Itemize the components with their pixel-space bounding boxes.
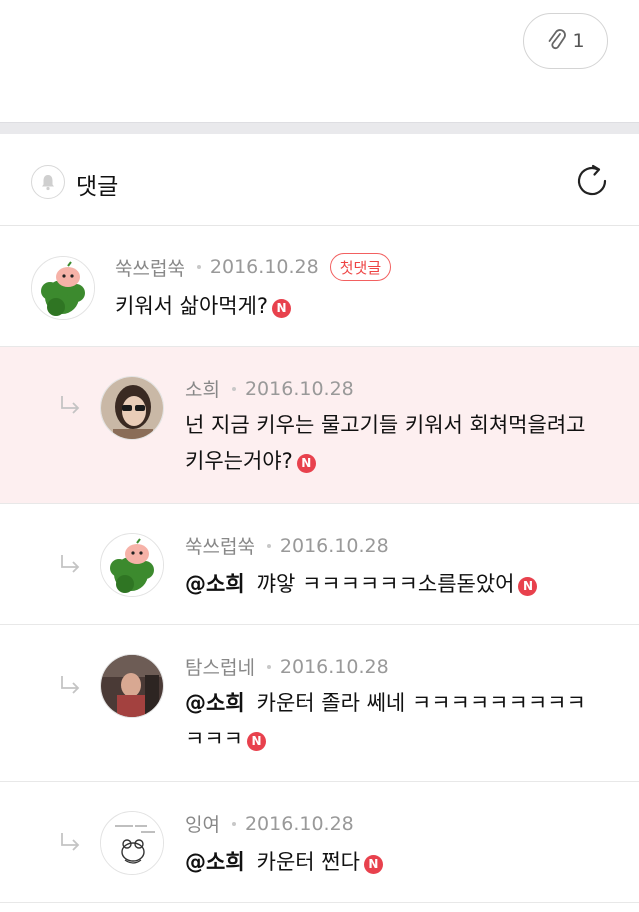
avatar[interactable] bbox=[100, 654, 164, 718]
avatar[interactable] bbox=[31, 256, 95, 320]
comments-title: 댓글 bbox=[76, 174, 119, 200]
comment-author[interactable]: 쑥쓰럽쑥 bbox=[185, 532, 255, 559]
reply-item: 소희 2016.10.28 넌 지금 키우는 물고기들 키워서 회쳐먹을려고 키… bbox=[0, 347, 639, 504]
comment-date: 2016.10.28 bbox=[244, 812, 354, 835]
mention-link[interactable]: @소희 bbox=[185, 572, 245, 596]
separator-dot bbox=[266, 543, 271, 548]
new-badge: N bbox=[518, 576, 538, 596]
comment-date: 2016.10.28 bbox=[244, 377, 354, 400]
reply-item: 쑥쓰럽쑥 2016.10.28 @소희 꺄앟 ㅋㅋㅋㅋㅋㅋ소름돋았어 N bbox=[0, 504, 639, 625]
avatar[interactable] bbox=[100, 533, 164, 597]
comment-meta: 쑥쓰럽쑥 2016.10.28 bbox=[185, 532, 389, 559]
comment-body-line2: ㅋㅋㅋ bbox=[185, 727, 243, 751]
comments-header: 댓글 bbox=[0, 134, 639, 226]
comment-date: 2016.10.28 bbox=[279, 534, 389, 557]
reply-item: 잉여 2016.10.28 @소희 카운터 쩐다 N bbox=[0, 782, 639, 903]
comment-body: 꺄앟 ㅋㅋㅋㅋㅋㅋ소름돋았어 bbox=[256, 572, 515, 596]
new-badge: N bbox=[246, 731, 266, 751]
reply-arrow-icon bbox=[61, 833, 80, 851]
comment-body: 키워서 삶아먹게? bbox=[115, 294, 269, 318]
bell-icon[interactable] bbox=[31, 165, 65, 199]
reply-arrow-icon bbox=[61, 555, 80, 573]
avatar[interactable] bbox=[100, 376, 164, 440]
comment-text: @소희 카운터 졸라 쎄네 ㅋㅋㅋㅋㅋㅋㅋㅋㅋ ㅋㅋㅋ N bbox=[185, 685, 625, 757]
paperclip-icon bbox=[549, 29, 567, 50]
first-comment-badge: 첫댓글 bbox=[329, 253, 392, 281]
reply-item: 탐스럽네 2016.10.28 @소희 카운터 졸라 쎄네 ㅋㅋㅋㅋㅋㅋㅋㅋㅋ ㅋ… bbox=[0, 625, 639, 782]
comment-text: 넌 지금 키우는 물고기들 키워서 회쳐먹을려고 키우는거야? N bbox=[185, 407, 625, 479]
attachment-button[interactable]: 1 bbox=[523, 13, 608, 69]
separator-dot bbox=[231, 821, 236, 826]
comment-text: @소희 카운터 쩐다 N bbox=[185, 844, 383, 880]
refresh-icon[interactable] bbox=[574, 163, 610, 199]
comment-body-line2: 키우는거야? bbox=[185, 449, 293, 473]
comment-date: 2016.10.28 bbox=[279, 655, 389, 678]
comment-meta: 탐스럽네 2016.10.28 bbox=[185, 653, 389, 680]
reply-arrow-icon bbox=[61, 396, 80, 414]
comment-text: 키워서 삶아먹게? N bbox=[115, 288, 292, 324]
separator-dot bbox=[196, 265, 201, 269]
comment-body: 카운터 쩐다 bbox=[256, 850, 360, 874]
comment-author[interactable]: 소희 bbox=[185, 375, 220, 402]
attachment-count: 1 bbox=[572, 30, 585, 52]
reply-arrow-icon bbox=[61, 676, 80, 694]
mention-link[interactable]: @소희 bbox=[185, 691, 245, 715]
post-footer: 1 bbox=[0, 0, 639, 122]
comment-text: @소희 꺄앟 ㅋㅋㅋㅋㅋㅋ소름돋았어 N bbox=[185, 566, 538, 602]
comment-date: 2016.10.28 bbox=[209, 256, 319, 278]
comment-author[interactable]: 탐스럽네 bbox=[185, 653, 255, 680]
comment-body-line1: 카운터 졸라 쎄네 ㅋㅋㅋㅋㅋㅋㅋㅋㅋ bbox=[256, 691, 586, 715]
new-badge: N bbox=[296, 453, 316, 473]
avatar[interactable] bbox=[100, 811, 164, 875]
comment-item: 쑥쓰럽쑥 2016.10.28 첫댓글 키워서 삶아먹게? N bbox=[0, 226, 639, 347]
comment-body-line1: 넌 지금 키우는 물고기들 키워서 회쳐먹을려고 bbox=[185, 413, 586, 437]
new-badge: N bbox=[363, 854, 383, 874]
mention-link[interactable]: @소희 bbox=[185, 850, 245, 874]
new-badge: N bbox=[272, 298, 292, 318]
comment-meta: 쑥쓰럽쑥 2016.10.28 첫댓글 bbox=[115, 253, 392, 281]
separator-dot bbox=[231, 386, 236, 391]
comment-meta: 소희 2016.10.28 bbox=[185, 375, 354, 402]
section-divider bbox=[0, 122, 639, 134]
separator-dot bbox=[266, 664, 271, 669]
comment-meta: 잉여 2016.10.28 bbox=[185, 810, 354, 837]
comment-author[interactable]: 쑥쓰럽쑥 bbox=[115, 254, 185, 281]
comment-author[interactable]: 잉여 bbox=[185, 810, 220, 837]
